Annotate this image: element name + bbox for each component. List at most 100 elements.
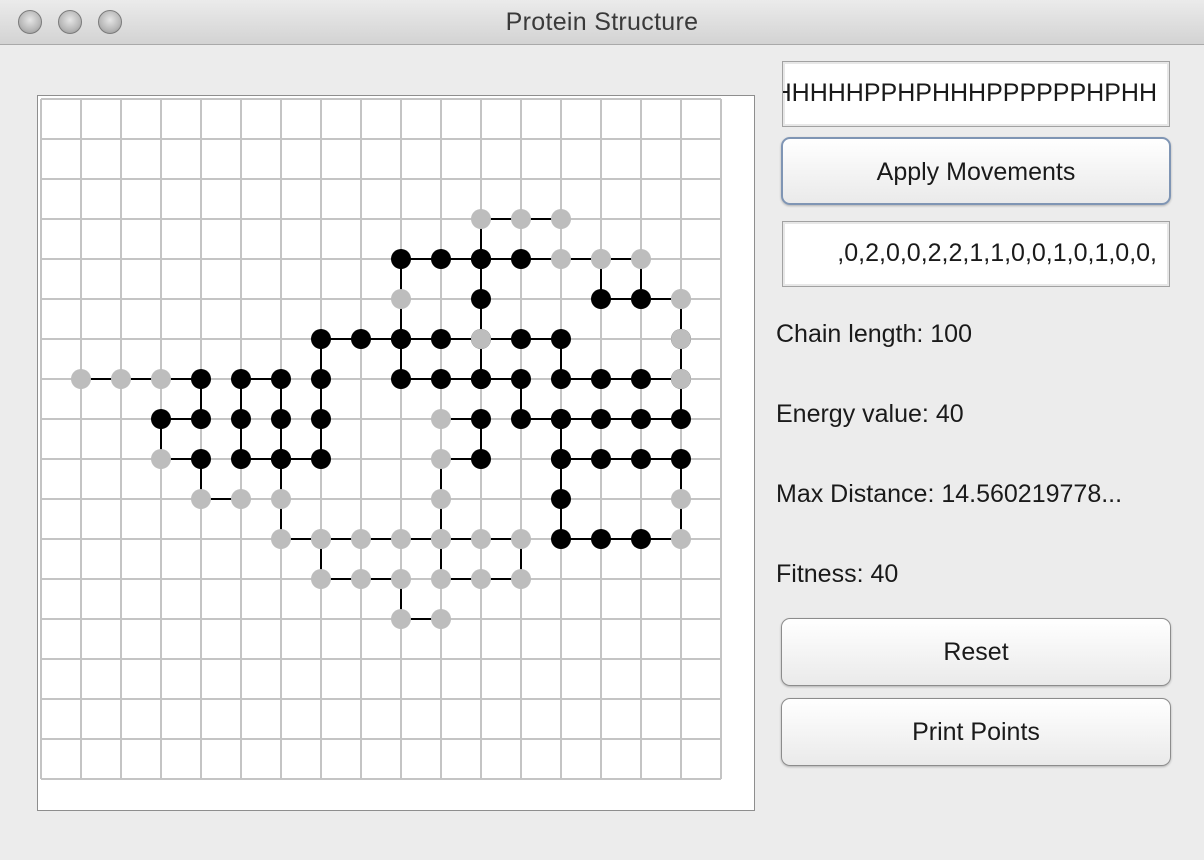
polar-residue bbox=[431, 529, 451, 549]
hydrophobic-residue bbox=[191, 449, 211, 469]
window-title: Protein Structure bbox=[505, 8, 699, 36]
hydrophobic-residue bbox=[471, 409, 491, 429]
hydrophobic-residue bbox=[591, 409, 611, 429]
hydrophobic-residue bbox=[231, 409, 251, 429]
hydrophobic-residue bbox=[511, 369, 531, 389]
polar-residue bbox=[551, 209, 571, 229]
hydrophobic-residue bbox=[351, 329, 371, 349]
hydrophobic-residue bbox=[391, 329, 411, 349]
hydrophobic-residue bbox=[391, 249, 411, 269]
hydrophobic-residue bbox=[311, 369, 331, 389]
hydrophobic-residue bbox=[311, 409, 331, 429]
polar-residue bbox=[631, 249, 651, 269]
polar-residue bbox=[431, 609, 451, 629]
hydrophobic-residue bbox=[391, 369, 411, 389]
hydrophobic-residue bbox=[591, 369, 611, 389]
title-bar: Protein Structure bbox=[0, 0, 1204, 45]
protein-lattice bbox=[40, 98, 722, 780]
hydrophobic-residue bbox=[231, 369, 251, 389]
polar-residue bbox=[391, 529, 411, 549]
hydrophobic-residue bbox=[671, 449, 691, 469]
hydrophobic-residue bbox=[511, 329, 531, 349]
polar-residue bbox=[431, 489, 451, 509]
polar-residue bbox=[471, 209, 491, 229]
hydrophobic-residue bbox=[551, 489, 571, 509]
polar-residue bbox=[351, 529, 371, 549]
hydrophobic-residue bbox=[231, 449, 251, 469]
polar-residue bbox=[191, 489, 211, 509]
polar-residue bbox=[671, 369, 691, 389]
polar-residue bbox=[431, 569, 451, 589]
fitness-label: Fitness: 40 bbox=[776, 560, 899, 588]
hydrophobic-residue bbox=[191, 369, 211, 389]
polar-residue bbox=[511, 569, 531, 589]
hydrophobic-residue bbox=[511, 409, 531, 429]
polar-residue bbox=[111, 369, 131, 389]
polar-residue bbox=[271, 489, 291, 509]
hydrophobic-residue bbox=[551, 329, 571, 349]
hydrophobic-residue bbox=[151, 409, 171, 429]
hydrophobic-residue bbox=[591, 449, 611, 469]
apply-movements-button[interactable]: Apply Movements bbox=[781, 137, 1171, 205]
hydrophobic-residue bbox=[631, 369, 651, 389]
sequence-input-value: HHHHHPPHPHHHPPPPPPHPHH bbox=[782, 79, 1157, 107]
energy-value-label: Energy value: 40 bbox=[776, 400, 964, 428]
polar-residue bbox=[71, 369, 91, 389]
movements-input-value: ,0,2,0,0,2,2,1,1,0,0,1,0,1,0,0, bbox=[837, 239, 1157, 267]
polar-residue bbox=[311, 529, 331, 549]
hydrophobic-residue bbox=[191, 409, 211, 429]
hydrophobic-residue bbox=[551, 449, 571, 469]
hydrophobic-residue bbox=[511, 249, 531, 269]
polar-residue bbox=[671, 529, 691, 549]
polar-residue bbox=[391, 289, 411, 309]
hydrophobic-residue bbox=[471, 369, 491, 389]
reset-button[interactable]: Reset bbox=[781, 618, 1171, 686]
polar-residue bbox=[391, 609, 411, 629]
polar-residue bbox=[231, 489, 251, 509]
hydrophobic-residue bbox=[551, 529, 571, 549]
hydrophobic-residue bbox=[471, 249, 491, 269]
hydrophobic-residue bbox=[271, 369, 291, 389]
polar-residue bbox=[671, 329, 691, 349]
polar-residue bbox=[271, 529, 291, 549]
hydrophobic-residue bbox=[591, 289, 611, 309]
polar-residue bbox=[391, 569, 411, 589]
hydrophobic-residue bbox=[631, 449, 651, 469]
polar-residue bbox=[471, 529, 491, 549]
hydrophobic-residue bbox=[431, 329, 451, 349]
polar-residue bbox=[351, 569, 371, 589]
polar-residue bbox=[431, 409, 451, 429]
hydrophobic-residue bbox=[591, 529, 611, 549]
print-points-button[interactable]: Print Points bbox=[781, 698, 1171, 766]
hydrophobic-residue bbox=[551, 369, 571, 389]
hydrophobic-residue bbox=[471, 289, 491, 309]
hydrophobic-residue bbox=[671, 409, 691, 429]
hydrophobic-residue bbox=[271, 409, 291, 429]
app-window: Protein Structure HHHHHPPHPHHHPPPPPPHPHH… bbox=[0, 0, 1204, 860]
hydrophobic-residue bbox=[311, 449, 331, 469]
polar-residue bbox=[511, 209, 531, 229]
chain-length-label: Chain length: 100 bbox=[776, 320, 972, 348]
hydrophobic-residue bbox=[631, 529, 651, 549]
polar-residue bbox=[151, 369, 171, 389]
polar-residue bbox=[671, 289, 691, 309]
max-distance-label: Max Distance: 14.560219778... bbox=[776, 480, 1123, 508]
lattice-canvas[interactable] bbox=[37, 95, 755, 811]
polar-residue bbox=[511, 529, 531, 549]
hydrophobic-residue bbox=[551, 409, 571, 429]
polar-residue bbox=[431, 449, 451, 469]
movements-input[interactable]: ,0,2,0,0,2,2,1,1,0,0,1,0,1,0,0, bbox=[782, 221, 1170, 287]
polar-residue bbox=[591, 249, 611, 269]
polar-residue bbox=[471, 329, 491, 349]
polar-residue bbox=[671, 489, 691, 509]
sequence-input[interactable]: HHHHHPPHPHHHPPPPPPHPHH bbox=[782, 61, 1170, 127]
polar-residue bbox=[311, 569, 331, 589]
hydrophobic-residue bbox=[311, 329, 331, 349]
hydrophobic-residue bbox=[431, 369, 451, 389]
hydrophobic-residue bbox=[271, 449, 291, 469]
polar-residue bbox=[471, 569, 491, 589]
hydrophobic-residue bbox=[471, 449, 491, 469]
polar-residue bbox=[551, 249, 571, 269]
hydrophobic-residue bbox=[631, 289, 651, 309]
polar-residue bbox=[151, 449, 171, 469]
